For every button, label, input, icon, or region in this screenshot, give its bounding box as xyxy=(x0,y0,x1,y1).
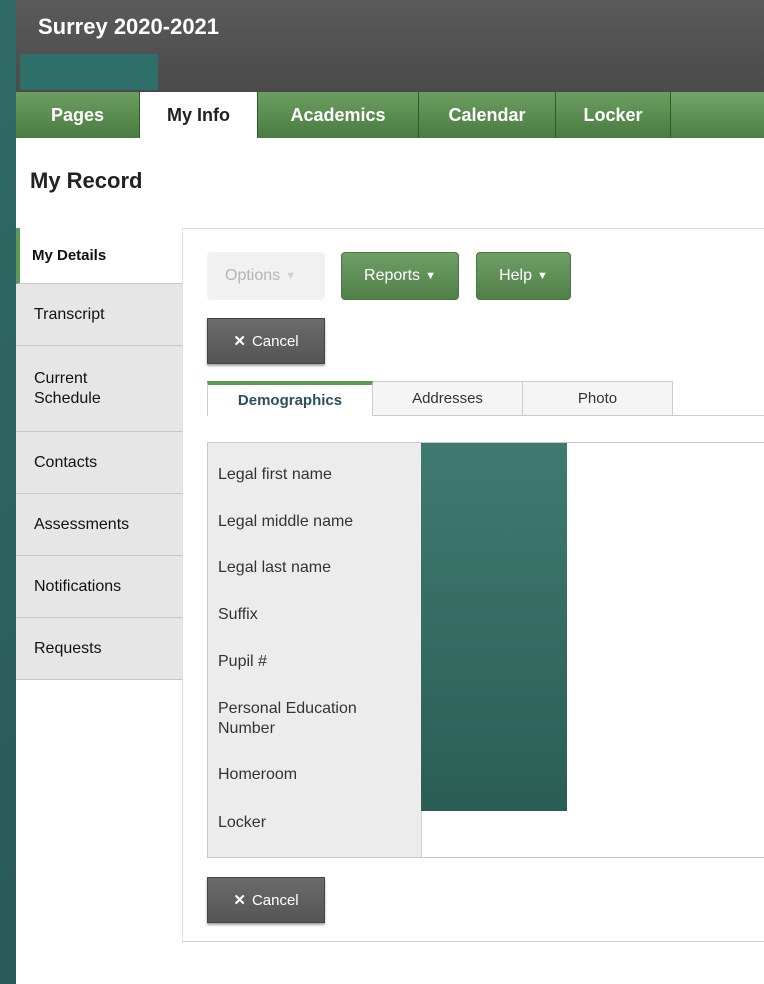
help-button[interactable]: Help ▼ xyxy=(476,252,571,300)
nav-tab-calendar[interactable]: Calendar xyxy=(419,92,556,138)
student-photo xyxy=(421,443,567,811)
sidebar-item-notifications[interactable]: Notifications xyxy=(16,556,183,618)
nav-tab-locker[interactable]: Locker xyxy=(556,92,671,138)
close-icon: ✕ xyxy=(233,892,246,909)
options-label: Options xyxy=(225,267,281,284)
tabs-divider xyxy=(373,415,764,416)
cancel-button-top[interactable]: ✕ Cancel xyxy=(207,318,325,364)
field-label-suffix: Suffix xyxy=(218,606,258,623)
demographics-form: Legal first name Legal middle name Legal… xyxy=(207,442,764,858)
cancel-label: Cancel xyxy=(251,332,299,350)
sidebar-item-assessments[interactable]: Assessments xyxy=(16,494,183,556)
cancel-button-bottom[interactable]: ✕ Cancel xyxy=(207,877,325,923)
field-label-personal-education-number: Personal Education Number xyxy=(218,700,357,737)
chevron-down-icon: ▼ xyxy=(285,270,297,282)
sidebar-item-requests[interactable]: Requests xyxy=(16,618,183,680)
sidebar-item-contacts[interactable]: Contacts xyxy=(16,432,183,494)
close-icon: ✕ xyxy=(233,333,246,350)
field-label-legal-first-name: Legal first name xyxy=(218,466,332,483)
nav-tab-academics[interactable]: Academics xyxy=(258,92,419,138)
field-label-legal-middle-name: Legal middle name xyxy=(218,513,354,530)
details-content: Options ▼ Reports ▼ Help ▼ ✕ Cancel Demo… xyxy=(182,228,764,942)
sidebar-item-my-details[interactable]: My Details xyxy=(16,228,183,284)
chevron-down-icon: ▼ xyxy=(537,270,548,282)
cancel-label: Cancel xyxy=(251,891,299,909)
app-header: Surrey 2020-2021 xyxy=(16,0,764,92)
sidebar-item-transcript[interactable]: Transcript xyxy=(16,284,183,346)
options-button[interactable]: Options ▼ xyxy=(207,252,325,300)
main-panel: My Record My Details Transcript Current … xyxy=(16,138,764,984)
sidebar-item-label: Current Schedule xyxy=(34,369,101,407)
sidebar-item-current-schedule[interactable]: Current Schedule xyxy=(16,346,183,432)
help-label: Help xyxy=(499,267,532,284)
record-tabs: Demographics Addresses Photo xyxy=(207,381,673,416)
app-title: Surrey 2020-2021 xyxy=(38,14,220,39)
nav-tab-pages[interactable]: Pages xyxy=(16,92,140,138)
field-label-legal-last-name: Legal last name xyxy=(218,559,331,576)
tab-photo[interactable]: Photo xyxy=(523,381,673,416)
school-logo xyxy=(20,54,158,90)
field-label-locker: Locker xyxy=(218,814,267,831)
sidebar: My Details Transcript Current Schedule C… xyxy=(16,228,183,680)
field-label-pupil-number: Pupil # xyxy=(218,653,267,670)
reports-label: Reports xyxy=(364,267,421,284)
field-label-homeroom: Homeroom xyxy=(218,766,298,783)
reports-button[interactable]: Reports ▼ xyxy=(341,252,459,300)
labels-column: Legal first name Legal middle name Legal… xyxy=(208,443,422,857)
tab-addresses[interactable]: Addresses xyxy=(373,381,523,416)
top-nav: Pages My Info Academics Calendar Locker xyxy=(16,92,764,138)
tab-demographics[interactable]: Demographics xyxy=(207,381,373,416)
chevron-down-icon: ▼ xyxy=(425,270,436,282)
nav-tab-my-info[interactable]: My Info xyxy=(140,92,258,138)
page-title: My Record xyxy=(30,168,143,193)
